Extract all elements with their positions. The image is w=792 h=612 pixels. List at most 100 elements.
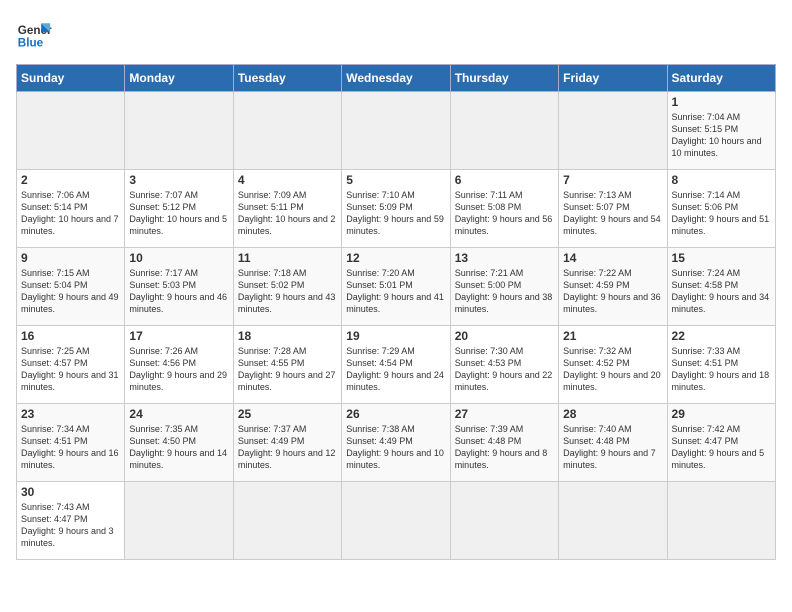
calendar-cell (233, 482, 341, 560)
day-info: Sunrise: 7:11 AM Sunset: 5:08 PM Dayligh… (455, 189, 554, 238)
calendar-cell: 13 Sunrise: 7:21 AM Sunset: 5:00 PM Dayli… (450, 248, 558, 326)
day-number: 16 (21, 329, 120, 343)
page-header: General Blue (16, 16, 776, 52)
calendar-cell: 29Sunrise: 7:42 AM Sunset: 4:47 PM Dayli… (667, 404, 775, 482)
calendar-cell: 24Sunrise: 7:35 AM Sunset: 4:50 PM Dayli… (125, 404, 233, 482)
calendar-cell: 14Sunrise: 7:22 AM Sunset: 4:59 PM Dayli… (559, 248, 667, 326)
day-info: Sunrise: 7:30 AM Sunset: 4:53 PM Dayligh… (455, 345, 554, 394)
day-info: Sunrise: 7:20 AM Sunset: 5:01 PM Dayligh… (346, 267, 445, 316)
day-header-thursday: Thursday (450, 65, 558, 92)
calendar-cell: 10 Sunrise: 7:17 AM Sunset: 5:03 PM Dayli… (125, 248, 233, 326)
day-number: 9 (21, 251, 120, 265)
day-number: 10 (129, 251, 228, 265)
day-info: Sunrise: 7:37 AM Sunset: 4:49 PM Dayligh… (238, 423, 337, 472)
calendar-cell: 30 Sunrise: 7:43 AM Sunset: 4:47 PM Dayli… (17, 482, 125, 560)
svg-text:Blue: Blue (18, 37, 44, 50)
calendar-cell: 6 Sunrise: 7:11 AM Sunset: 5:08 PM Daylig… (450, 170, 558, 248)
calendar-cell: 27 Sunrise: 7:39 AM Sunset: 4:48 PM Dayli… (450, 404, 558, 482)
day-number: 27 (455, 407, 554, 421)
day-info: Sunrise: 7:24 AM Sunset: 4:58 PM Dayligh… (672, 267, 771, 316)
calendar-cell: 25 Sunrise: 7:37 AM Sunset: 4:49 PM Dayli… (233, 404, 341, 482)
day-number: 8 (672, 173, 771, 187)
day-info: Sunrise: 7:38 AM Sunset: 4:49 PM Dayligh… (346, 423, 445, 472)
day-header-monday: Monday (125, 65, 233, 92)
day-info: Sunrise: 7:43 AM Sunset: 4:47 PM Dayligh… (21, 501, 120, 550)
calendar-cell: 5Sunrise: 7:10 AM Sunset: 5:09 PM Daylig… (342, 170, 450, 248)
day-info: Sunrise: 7:07 AM Sunset: 5:12 PM Dayligh… (129, 189, 228, 238)
day-number: 15 (672, 251, 771, 265)
calendar-cell: 22 Sunrise: 7:33 AM Sunset: 4:51 PM Dayli… (667, 326, 775, 404)
calendar-cell: 20 Sunrise: 7:30 AM Sunset: 4:53 PM Dayli… (450, 326, 558, 404)
calendar-week-5: 23 Sunrise: 7:34 AM Sunset: 4:51 PM Dayli… (17, 404, 776, 482)
day-info: Sunrise: 7:09 AM Sunset: 5:11 PM Dayligh… (238, 189, 337, 238)
day-info: Sunrise: 7:34 AM Sunset: 4:51 PM Dayligh… (21, 423, 120, 472)
day-header-sunday: Sunday (17, 65, 125, 92)
day-number: 28 (563, 407, 662, 421)
calendar-header: SundayMondayTuesdayWednesdayThursdayFrid… (17, 65, 776, 92)
day-header-tuesday: Tuesday (233, 65, 341, 92)
day-number: 25 (238, 407, 337, 421)
day-number: 11 (238, 251, 337, 265)
day-number: 12 (346, 251, 445, 265)
day-number: 13 (455, 251, 554, 265)
calendar-cell (667, 482, 775, 560)
day-info: Sunrise: 7:28 AM Sunset: 4:55 PM Dayligh… (238, 345, 337, 394)
logo-icon: General Blue (16, 16, 52, 52)
day-info: Sunrise: 7:40 AM Sunset: 4:48 PM Dayligh… (563, 423, 662, 472)
calendar-cell (450, 92, 558, 170)
calendar-cell: 28 Sunrise: 7:40 AM Sunset: 4:48 PM Dayli… (559, 404, 667, 482)
calendar-cell (450, 482, 558, 560)
day-info: Sunrise: 7:14 AM Sunset: 5:06 PM Dayligh… (672, 189, 771, 238)
calendar-cell: 8 Sunrise: 7:14 AM Sunset: 5:06 PM Daylig… (667, 170, 775, 248)
calendar-cell (559, 482, 667, 560)
day-number: 7 (563, 173, 662, 187)
calendar-cell: 4 Sunrise: 7:09 AM Sunset: 5:11 PM Daylig… (233, 170, 341, 248)
calendar-cell: 18 Sunrise: 7:28 AM Sunset: 4:55 PM Dayli… (233, 326, 341, 404)
day-number: 4 (238, 173, 337, 187)
calendar-cell (342, 482, 450, 560)
day-header-wednesday: Wednesday (342, 65, 450, 92)
day-number: 14 (563, 251, 662, 265)
calendar-cell: 26Sunrise: 7:38 AM Sunset: 4:49 PM Dayli… (342, 404, 450, 482)
day-info: Sunrise: 7:33 AM Sunset: 4:51 PM Dayligh… (672, 345, 771, 394)
day-header-saturday: Saturday (667, 65, 775, 92)
day-header-friday: Friday (559, 65, 667, 92)
day-number: 3 (129, 173, 228, 187)
day-info: Sunrise: 7:42 AM Sunset: 4:47 PM Dayligh… (672, 423, 771, 472)
calendar-cell: 19Sunrise: 7:29 AM Sunset: 4:54 PM Dayli… (342, 326, 450, 404)
calendar-cell: 3 Sunrise: 7:07 AM Sunset: 5:12 PM Daylig… (125, 170, 233, 248)
day-info: Sunrise: 7:21 AM Sunset: 5:00 PM Dayligh… (455, 267, 554, 316)
calendar-cell: 15 Sunrise: 7:24 AM Sunset: 4:58 PM Dayli… (667, 248, 775, 326)
logo: General Blue (16, 16, 52, 52)
day-number: 21 (563, 329, 662, 343)
calendar-week-2: 2Sunrise: 7:06 AM Sunset: 5:14 PM Daylig… (17, 170, 776, 248)
calendar-cell: 16 Sunrise: 7:25 AM Sunset: 4:57 PM Dayli… (17, 326, 125, 404)
calendar-cell: 7 Sunrise: 7:13 AM Sunset: 5:07 PM Daylig… (559, 170, 667, 248)
day-number: 17 (129, 329, 228, 343)
day-info: Sunrise: 7:17 AM Sunset: 5:03 PM Dayligh… (129, 267, 228, 316)
calendar-week-3: 9Sunrise: 7:15 AM Sunset: 5:04 PM Daylig… (17, 248, 776, 326)
calendar-cell: 21 Sunrise: 7:32 AM Sunset: 4:52 PM Dayli… (559, 326, 667, 404)
day-number: 18 (238, 329, 337, 343)
calendar-week-6: 30 Sunrise: 7:43 AM Sunset: 4:47 PM Dayli… (17, 482, 776, 560)
calendar-cell (342, 92, 450, 170)
day-info: Sunrise: 7:25 AM Sunset: 4:57 PM Dayligh… (21, 345, 120, 394)
day-number: 6 (455, 173, 554, 187)
day-info: Sunrise: 7:32 AM Sunset: 4:52 PM Dayligh… (563, 345, 662, 394)
calendar-cell: 11Sunrise: 7:18 AM Sunset: 5:02 PM Dayli… (233, 248, 341, 326)
day-info: Sunrise: 7:26 AM Sunset: 4:56 PM Dayligh… (129, 345, 228, 394)
calendar-cell: 17 Sunrise: 7:26 AM Sunset: 4:56 PM Dayli… (125, 326, 233, 404)
calendar-cell: 12 Sunrise: 7:20 AM Sunset: 5:01 PM Dayli… (342, 248, 450, 326)
day-number: 23 (21, 407, 120, 421)
day-info: Sunrise: 7:13 AM Sunset: 5:07 PM Dayligh… (563, 189, 662, 238)
calendar-cell (17, 92, 125, 170)
calendar-cell (125, 92, 233, 170)
calendar-cell: 1Sunrise: 7:04 AM Sunset: 5:15 PM Daylig… (667, 92, 775, 170)
calendar-week-1: 1Sunrise: 7:04 AM Sunset: 5:15 PM Daylig… (17, 92, 776, 170)
day-number: 20 (455, 329, 554, 343)
day-number: 22 (672, 329, 771, 343)
calendar-table: SundayMondayTuesdayWednesdayThursdayFrid… (16, 64, 776, 560)
day-info: Sunrise: 7:39 AM Sunset: 4:48 PM Dayligh… (455, 423, 554, 472)
day-number: 24 (129, 407, 228, 421)
day-number: 30 (21, 485, 120, 499)
